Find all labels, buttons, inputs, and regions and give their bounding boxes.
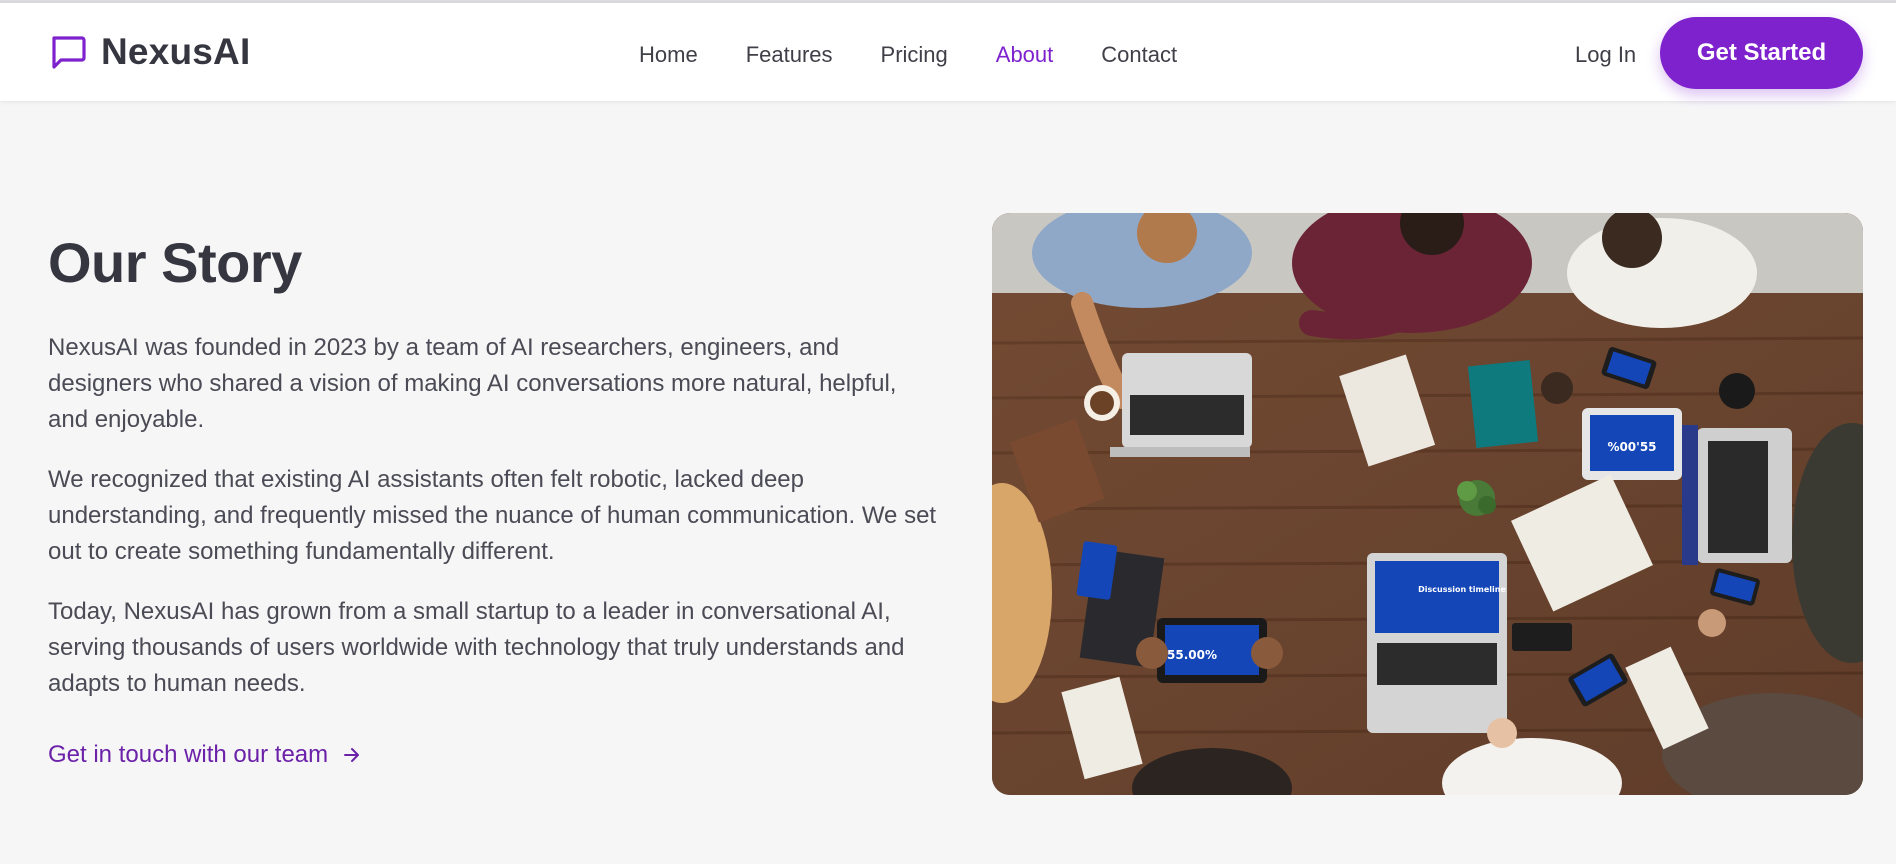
contact-team-link[interactable]: Get in touch with our team <box>48 738 362 772</box>
story-paragraph-3: Today, NexusAI has grown from a small st… <box>48 598 905 697</box>
tablet-text-bottom: 55.00% <box>1167 648 1217 662</box>
arrow-right-icon <box>342 745 362 765</box>
nav-features[interactable]: Features <box>746 41 833 69</box>
nav-contact[interactable]: Contact <box>1101 41 1177 69</box>
nav-pricing[interactable]: Pricing <box>881 41 948 69</box>
nav-home[interactable]: Home <box>639 41 698 69</box>
site-header: NexusAI Home Features Pricing About Cont… <box>0 3 1896 101</box>
nav-about[interactable]: About <box>996 41 1054 69</box>
chat-bubble-icon <box>48 32 88 72</box>
brand-name: NexusAI <box>101 31 251 72</box>
laptop-screen-text: Discussion timeline <box>1418 585 1506 594</box>
story-paragraph-2: We recognized that existing AI assistant… <box>48 466 937 565</box>
get-started-button[interactable]: Get Started <box>1660 17 1863 89</box>
main-nav: Home Features Pricing About Contact <box>639 41 1225 69</box>
tablet-text-top: %00'55 <box>1607 440 1656 454</box>
story-paragraph-1: NexusAI was founded in 2023 by a team of… <box>48 334 897 433</box>
team-meeting-photo: %00'55 Discussion timeline 55.00% <box>992 213 1863 795</box>
page-title: Our Story <box>48 231 302 294</box>
brand-logo[interactable]: NexusAI <box>48 31 250 73</box>
login-link[interactable]: Log In <box>1575 41 1636 69</box>
contact-team-label: Get in touch with our team <box>48 741 329 768</box>
